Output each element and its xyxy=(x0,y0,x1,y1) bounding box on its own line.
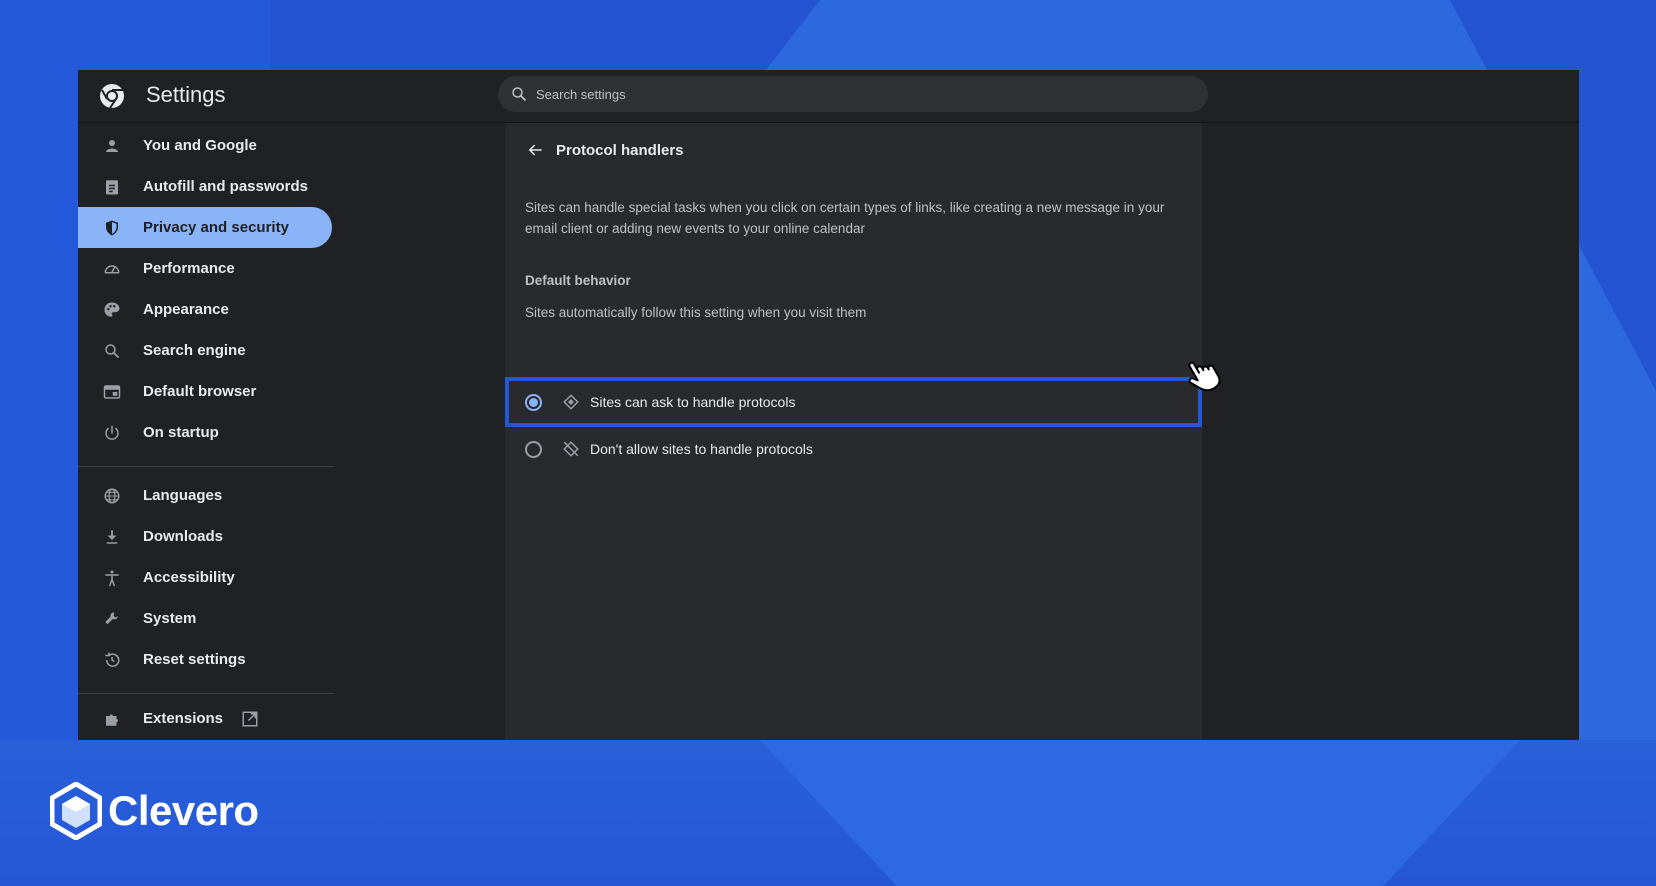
sidebar-item-autofill[interactable]: Autofill and passwords xyxy=(78,166,332,207)
sidebar-item-label: Accessibility xyxy=(143,569,235,586)
accessibility-icon xyxy=(102,568,122,588)
sidebar-item-label: On startup xyxy=(143,424,219,441)
sidebar-item-label: Search engine xyxy=(143,342,246,359)
default-behavior-heading: Default behavior xyxy=(525,273,631,288)
page-description: Sites can handle special tasks when you … xyxy=(525,200,1165,236)
sidebar-item-label: Default browser xyxy=(143,383,257,400)
sidebar-divider xyxy=(78,693,334,694)
search-bar[interactable] xyxy=(498,76,1208,112)
power-icon xyxy=(102,423,122,443)
puzzle-icon xyxy=(102,709,122,729)
download-icon xyxy=(102,527,122,547)
sidebar-item-privacy-and-security[interactable]: Privacy and security xyxy=(78,207,332,248)
sidebar-item-on-startup[interactable]: On startup xyxy=(78,412,332,453)
speedometer-icon xyxy=(102,259,122,279)
browser-icon xyxy=(102,382,122,402)
sidebar-item-reset-settings[interactable]: Reset settings xyxy=(78,639,332,680)
protocol-handlers-card: Protocol handlers Sites can handle speci… xyxy=(505,123,1202,740)
sidebar-item-downloads[interactable]: Downloads xyxy=(78,516,332,557)
sidebar-item-system[interactable]: System xyxy=(78,598,332,639)
search-icon xyxy=(102,341,122,361)
palette-icon xyxy=(102,300,122,320)
person-icon xyxy=(102,136,122,156)
clipboard-icon xyxy=(102,177,122,197)
brand-logo: Clevero xyxy=(50,782,259,840)
shield-icon xyxy=(102,218,122,238)
globe-icon xyxy=(102,486,122,506)
protocol-handler-icon xyxy=(562,393,580,411)
external-link-icon xyxy=(241,710,259,728)
sidebar-item-accessibility[interactable]: Accessibility xyxy=(78,557,332,598)
sidebar-item-extensions[interactable]: Extensions xyxy=(78,698,332,739)
sidebar-item-label: Performance xyxy=(143,260,235,277)
sidebar-item-label: Appearance xyxy=(143,301,229,318)
radio-button-selected[interactable] xyxy=(525,393,542,411)
sidebar-item-label: Downloads xyxy=(143,528,224,545)
brand-name: Clevero xyxy=(108,787,259,834)
clevero-logo-icon xyxy=(50,782,102,840)
top-bar: Settings xyxy=(78,70,1579,123)
sidebar-item-you-and-google[interactable]: You and Google xyxy=(78,125,332,166)
app-title: Settings xyxy=(146,82,226,107)
sidebar-item-languages[interactable]: Languages xyxy=(78,475,332,516)
sidebar-item-label: Reset settings xyxy=(143,651,246,668)
sidebar-item-label: Privacy and security xyxy=(143,219,289,236)
search-icon xyxy=(512,87,526,101)
sidebar-item-label: System xyxy=(143,610,197,627)
back-arrow-icon[interactable] xyxy=(523,138,547,162)
sidebar-item-label: Languages xyxy=(143,487,223,504)
history-icon xyxy=(102,650,122,670)
sidebar-item-label: You and Google xyxy=(143,137,257,154)
page-title: Protocol handlers xyxy=(556,141,684,159)
sidebar-divider xyxy=(78,466,334,467)
radio-button-unselected[interactable] xyxy=(525,440,542,458)
wrench-icon xyxy=(102,609,122,629)
sidebar-item-label: Autofill and passwords xyxy=(143,178,309,195)
hand-cursor-icon xyxy=(1186,356,1224,394)
chrome-logo-icon xyxy=(98,82,126,110)
default-behavior-subtitle: Sites automatically follow this setting … xyxy=(525,305,867,320)
sidebar-item-performance[interactable]: Performance xyxy=(78,248,332,289)
sidebar-item-search-engine[interactable]: Search engine xyxy=(78,330,332,371)
sidebar: You and Google Autofill and passwords Pr… xyxy=(78,123,334,740)
sidebar-item-label: Extensions xyxy=(143,710,224,727)
protocol-handler-off-icon xyxy=(562,440,580,458)
search-input[interactable] xyxy=(536,86,1136,102)
sub-page-header: Protocol handlers xyxy=(505,123,1202,177)
sidebar-item-appearance[interactable]: Appearance xyxy=(78,289,332,330)
option-label: Don't allow sites to handle protocols xyxy=(590,441,813,457)
settings-window: Settings You and Google Autofill and pas… xyxy=(78,70,1579,740)
option-label: Sites can ask to handle protocols xyxy=(590,394,796,410)
option-block-protocols[interactable]: Don't allow sites to handle protocols xyxy=(505,424,1202,474)
option-allow-protocols[interactable]: Sites can ask to handle protocols xyxy=(505,377,1202,427)
sidebar-item-default-browser[interactable]: Default browser xyxy=(78,371,332,412)
